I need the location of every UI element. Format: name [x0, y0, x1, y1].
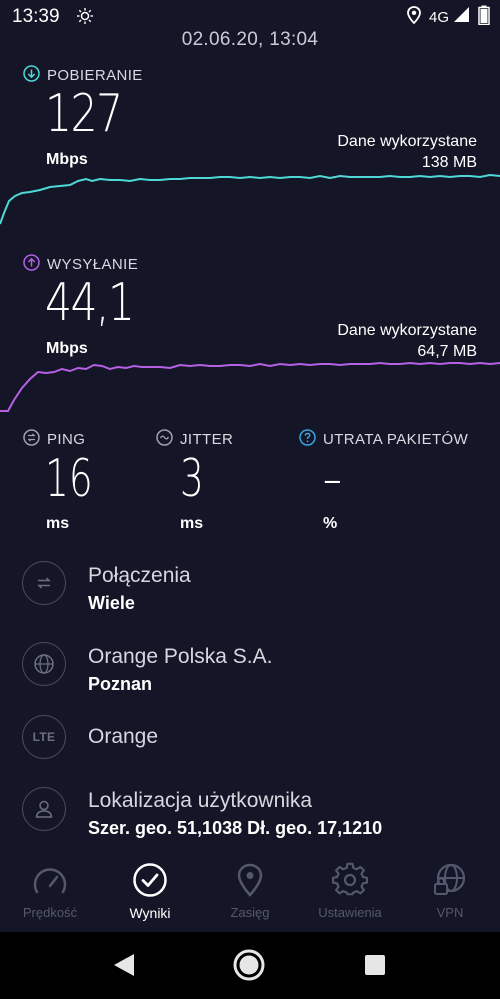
user-icon [22, 787, 66, 831]
packet-loss-label-row[interactable]: UTRATA PAKIETÓW [299, 429, 468, 450]
nav-vpn[interactable]: VPN [400, 862, 500, 932]
ping-value: 16 [45, 449, 93, 509]
location-icon [407, 5, 421, 29]
upload-speed: 44,1 [45, 273, 135, 333]
connections-title: Połączenia [88, 564, 191, 587]
nav-speed[interactable]: Prędkość [0, 862, 100, 932]
signal-icon [453, 6, 470, 28]
nav-vpn-label: VPN [436, 905, 464, 920]
system-nav-bar [0, 932, 500, 999]
map-pin-icon [236, 862, 264, 898]
battery-icon [478, 5, 490, 30]
home-button[interactable] [233, 949, 265, 986]
location-info: Lokalizacja użytkownika Szer. geo. 51,10… [88, 789, 382, 839]
provider-info: Orange Polska S.A. Poznan [88, 645, 272, 695]
location-coordinates: Szer. geo. 51,1038 Dł. geo. 17,1210 [88, 818, 383, 838]
upload-arrow-icon [23, 254, 40, 275]
upload-data-used-label: Dane wykorzystane [337, 322, 477, 339]
gear-icon [332, 862, 368, 898]
nav-settings[interactable]: Ustawienia [300, 862, 400, 932]
network-type: 4G [428, 8, 449, 26]
lte-icon-text: LTE [32, 730, 56, 744]
connections-icon [22, 561, 66, 605]
download-arrow-icon [23, 65, 40, 86]
nav-results-label: Wyniki [129, 905, 171, 921]
connections-value: Wiele [88, 593, 135, 613]
back-button[interactable] [113, 953, 135, 982]
download-speed: 127 [45, 84, 123, 144]
network-info: Orange [88, 725, 158, 749]
vpn-globe-lock-icon [432, 862, 468, 898]
jitter-value: 3 [180, 449, 204, 509]
packet-loss-unit: % [323, 515, 338, 532]
connections-info: Połączenia Wiele [88, 564, 191, 614]
location-title: Lokalizacja użytkownika [88, 789, 313, 812]
nav-speed-label: Prędkość [22, 905, 78, 920]
provider-title: Orange Polska S.A. [88, 645, 273, 668]
brightness-icon [76, 7, 94, 30]
lte-icon: LTE [22, 715, 66, 759]
recents-button[interactable] [365, 955, 385, 980]
packet-loss-value: – [323, 449, 342, 509]
result-datetime: 02.06.20, 13:04 [181, 29, 319, 50]
checkmark-circle-icon [132, 862, 168, 898]
status-icons: 4G [407, 5, 490, 30]
jitter-label-row: JITTER [156, 429, 233, 450]
help-icon[interactable] [299, 429, 316, 450]
nav-coverage[interactable]: Zasięg [200, 862, 300, 932]
upload-label: WYSYŁANIE [47, 256, 139, 273]
provider-city: Poznan [88, 674, 153, 694]
download-data-used-label: Dane wykorzystane [337, 133, 477, 150]
nav-settings-label: Ustawienia [318, 905, 382, 920]
ping-label-row: PING [23, 429, 85, 450]
nav-coverage-label: Zasięg [230, 905, 270, 920]
upload-graph [0, 361, 500, 412]
ping-label: PING [47, 431, 86, 448]
ping-icon [23, 429, 40, 450]
packet-loss-label: UTRATA PAKIETÓW [323, 431, 469, 448]
globe-icon [22, 642, 66, 686]
bottom-nav: Prędkość Wyniki Zasięg Ustawienia VPN [0, 862, 500, 932]
speedometer-icon [32, 862, 68, 898]
ping-unit: ms [46, 515, 70, 532]
download-unit: Mbps [46, 151, 88, 168]
download-graph [0, 173, 500, 225]
jitter-unit: ms [180, 515, 204, 532]
upload-label-row: WYSYŁANIE [23, 254, 138, 275]
status-time: 13:39 [12, 6, 60, 27]
download-label: POBIERANIE [47, 67, 143, 84]
download-label-row: POBIERANIE [23, 65, 143, 86]
jitter-label: JITTER [180, 431, 234, 448]
nav-results[interactable]: Wyniki [100, 862, 200, 932]
download-data-used: Dane wykorzystane 138 MB [337, 131, 477, 173]
network-operator: Orange [88, 725, 159, 748]
jitter-icon [156, 429, 173, 450]
